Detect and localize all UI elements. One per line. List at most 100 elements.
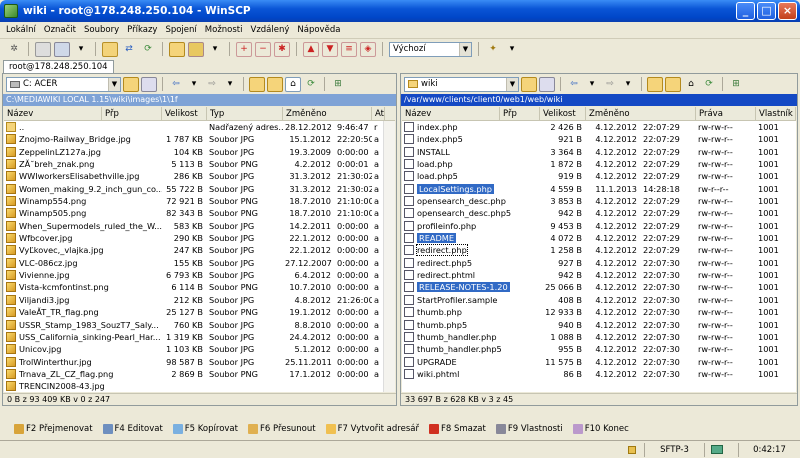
parent-directory-icon[interactable] xyxy=(249,76,265,92)
menu-spojeni[interactable]: Spojení xyxy=(165,25,196,35)
table-row[interactable]: Winamp505.png 82 343 B Soubor PNG 18.7.2010… xyxy=(4,207,395,219)
synchronize-browsing-icon[interactable]: ⟳ xyxy=(140,42,156,57)
back-arrow-icon[interactable]: ⇦ xyxy=(566,77,582,92)
parent-directory-icon[interactable] xyxy=(647,76,663,92)
transfer-settings-icon[interactable] xyxy=(188,41,204,57)
table-row[interactable]: StartProfiler.sample 408 B 4.12.2012 22:07:… xyxy=(402,294,796,306)
chevron-down-icon[interactable]: ▼ xyxy=(506,77,518,91)
forward-dropdown-icon[interactable]: ▾ xyxy=(620,77,636,92)
back-dropdown-icon[interactable]: ▾ xyxy=(186,77,202,92)
find-files-icon[interactable] xyxy=(169,41,185,57)
table-row[interactable]: Vista-kcmfontinst.png 6 114 B Soubor PNG 10… xyxy=(4,281,395,293)
table-row[interactable]: opensearch_desc.php5 942 B 4.12.2012 22:07:… xyxy=(402,207,796,219)
session-dropdown-icon[interactable]: ▾ xyxy=(207,42,223,57)
menu-napoveda[interactable]: Nápověda xyxy=(297,25,340,35)
remote-file-list[interactable]: Název Přp Velikost Změněno Práva Vlastní… xyxy=(402,107,796,392)
table-row[interactable]: TRENCIN2008-43.jpg xyxy=(4,380,395,392)
session-tab[interactable]: root@178.248.250.104 xyxy=(3,60,114,73)
preferences-icon[interactable]: ✲ xyxy=(6,42,22,57)
forward-dropdown-icon[interactable]: ▾ xyxy=(222,77,238,92)
menu-prikazy[interactable]: Příkazy xyxy=(127,25,157,35)
open-terminal-icon[interactable] xyxy=(35,41,51,57)
local-scrollbar[interactable] xyxy=(383,121,395,392)
table-row[interactable]: Winamp554.png 72 921 B Soubor PNG 18.7.2010… xyxy=(4,195,395,207)
column-header-owner[interactable]: Vlastník xyxy=(756,107,796,120)
tree-view-icon[interactable]: ⊞ xyxy=(330,77,346,92)
transfer-options-dropdown-icon[interactable]: ▾ xyxy=(504,42,520,57)
queue-dropdown-icon[interactable]: ▾ xyxy=(73,42,89,57)
refresh-icon[interactable]: ⟳ xyxy=(701,77,717,92)
minimize-button[interactable]: _ xyxy=(736,2,755,20)
filter-folder-icon[interactable] xyxy=(141,76,157,92)
open-folder-icon[interactable] xyxy=(521,76,537,92)
sort-descending-icon[interactable]: ▼ xyxy=(322,41,338,57)
column-header-attr[interactable]: Atr xyxy=(372,107,385,120)
table-row[interactable]: ZeppelinLZ127a.jpg 104 KB Soubor JPG 19.3.2… xyxy=(4,146,395,158)
local-drive-select[interactable]: C: ACER ▼ xyxy=(6,76,121,92)
table-row[interactable]: USS_California_sinking-Pearl_Har... 1 319… xyxy=(4,331,395,343)
table-row[interactable]: When_Supermodels_ruled_the_W... 583 KB Sou… xyxy=(4,220,395,232)
table-row[interactable]: RELEASE-NOTES-1.20 25 066 B 4.12.2012 22:07… xyxy=(402,281,796,293)
table-row[interactable]: redirect.php5 927 B 4.12.2012 22:07:30 rw-rw… xyxy=(402,257,796,269)
compare-directories-icon[interactable] xyxy=(102,41,118,57)
home-icon[interactable]: ⌂ xyxy=(285,76,301,92)
transfer-options-icon[interactable]: ✦ xyxy=(485,42,501,57)
table-row[interactable]: ZĂ˘breh_znak.png 5 113 B Soubor PNG 4.2.201… xyxy=(4,158,395,170)
table-row[interactable]: TrolWinterthur.jpg 98 587 B Soubor JPG 25.1… xyxy=(4,356,395,368)
forward-arrow-icon[interactable]: ⇨ xyxy=(602,77,618,92)
fkey-button[interactable]: F6 Přesunout xyxy=(247,424,316,434)
table-row[interactable]: README 4 072 B 4.12.2012 22:07:29 rw-rw-r-- 1… xyxy=(402,232,796,244)
column-header-ext[interactable]: Přp xyxy=(500,107,540,120)
table-row[interactable]: load.php5 919 B 4.12.2012 22:07:29 rw-rw-r--… xyxy=(402,170,796,182)
back-arrow-icon[interactable]: ⇦ xyxy=(168,77,184,92)
sort-icon[interactable]: ≡ xyxy=(341,41,357,57)
forward-arrow-icon[interactable]: ⇨ xyxy=(204,77,220,92)
synchronize-icon[interactable]: ⇄ xyxy=(121,42,137,57)
table-row[interactable]: Vivienne.jpg 6 793 KB Soubor JPG 6.4.2012 0:… xyxy=(4,269,395,281)
table-row[interactable]: WWIworkersElisabethville.jpg 286 KB Soubor… xyxy=(4,170,395,182)
back-dropdown-icon[interactable]: ▾ xyxy=(584,77,600,92)
remote-directory-select[interactable]: wiki ▼ xyxy=(404,76,519,92)
menu-lokalni[interactable]: Lokální xyxy=(6,25,36,35)
table-row[interactable]: VyĽkovec,_vlajka.jpg 247 KB Soubor JPG 22.1… xyxy=(4,244,395,256)
home-icon[interactable]: ⌂ xyxy=(683,77,699,92)
fkey-button[interactable]: F10 Konec xyxy=(572,424,629,434)
table-row[interactable]: ValeĂT_TR_flag.png 25 127 B Soubor PNG 19.1… xyxy=(4,306,395,318)
menu-vzdaleny[interactable]: Vzdálený xyxy=(251,25,290,35)
menu-moznosti[interactable]: Možnosti xyxy=(205,25,243,35)
menu-oznacit[interactable]: Označit xyxy=(44,25,76,35)
unselect-files-icon[interactable]: − xyxy=(255,41,271,57)
close-button[interactable]: × xyxy=(778,2,797,20)
table-row[interactable]: INSTALL 3 364 B 4.12.2012 22:07:29 rw-rw-r--… xyxy=(402,146,796,158)
transfer-preset-select[interactable]: Výchozí ▼ xyxy=(389,41,472,57)
table-row[interactable]: thumb.php 12 933 B 4.12.2012 22:07:30 rw-rw-… xyxy=(402,306,796,318)
fkey-button[interactable]: F2 Přejmenovat xyxy=(14,424,93,434)
table-row[interactable]: UPGRADE 11 575 B 4.12.2012 22:07:30 rw-rw-r-… xyxy=(402,356,796,368)
table-row[interactable]: redirect.phtml 942 B 4.12.2012 22:07:30 rw-r… xyxy=(402,269,796,281)
maximize-button[interactable]: □ xyxy=(757,2,776,20)
table-row[interactable]: thumb_handler.php 1 088 B 4.12.2012 22:07:3… xyxy=(402,331,796,343)
table-row[interactable]: wiki.phtml 86 B 4.12.2012 22:07:30 rw-rw-r--… xyxy=(402,368,796,380)
table-row[interactable]: index.php5 921 B 4.12.2012 22:07:29 rw-rw-r-… xyxy=(402,133,796,145)
queue-icon[interactable] xyxy=(54,41,70,57)
open-folder-icon[interactable] xyxy=(123,76,139,92)
tree-view-icon[interactable]: ⊞ xyxy=(728,77,744,92)
table-row[interactable]: USSR_Stamp_1983_SouzT7_Saly... 760 KB Soub… xyxy=(4,319,395,331)
local-file-list[interactable]: Název Přp Velikost Typ Změněno Atr .. Nad… xyxy=(4,107,395,392)
table-row[interactable]: Unicov.jpg 1 103 KB Soubor JPG 5.1.2012 0:00… xyxy=(4,343,395,355)
column-header-size[interactable]: Velikost xyxy=(540,107,586,120)
column-header-modified[interactable]: Změněno xyxy=(283,107,372,120)
table-row[interactable]: load.php 1 872 B 4.12.2012 22:07:29 rw-rw-r-… xyxy=(402,158,796,170)
column-header-permissions[interactable]: Práva xyxy=(696,107,756,120)
column-header-name[interactable]: Název xyxy=(402,107,500,120)
column-header-ext[interactable]: Přp xyxy=(102,107,162,120)
table-row[interactable]: Wfbcover.jpg 290 KB Soubor JPG 22.1.2012 0:0… xyxy=(4,232,395,244)
table-row[interactable]: profileinfo.php 9 453 B 4.12.2012 22:07:29 r… xyxy=(402,220,796,232)
table-row[interactable]: redirect.php 1 258 B 4.12.2012 22:07:29 rw-r… xyxy=(402,244,796,257)
table-row[interactable]: index.php 2 426 B 4.12.2012 22:07:29 rw-rw-r… xyxy=(402,121,796,133)
fkey-button[interactable]: F9 Vlastnosti xyxy=(495,424,563,434)
filter-icon[interactable]: ◈ xyxy=(360,41,376,57)
table-row[interactable]: opensearch_desc.php 3 853 B 4.12.2012 22:07… xyxy=(402,195,796,207)
column-header-type[interactable]: Typ xyxy=(207,107,283,120)
sort-ascending-icon[interactable]: ▲ xyxy=(303,41,319,57)
